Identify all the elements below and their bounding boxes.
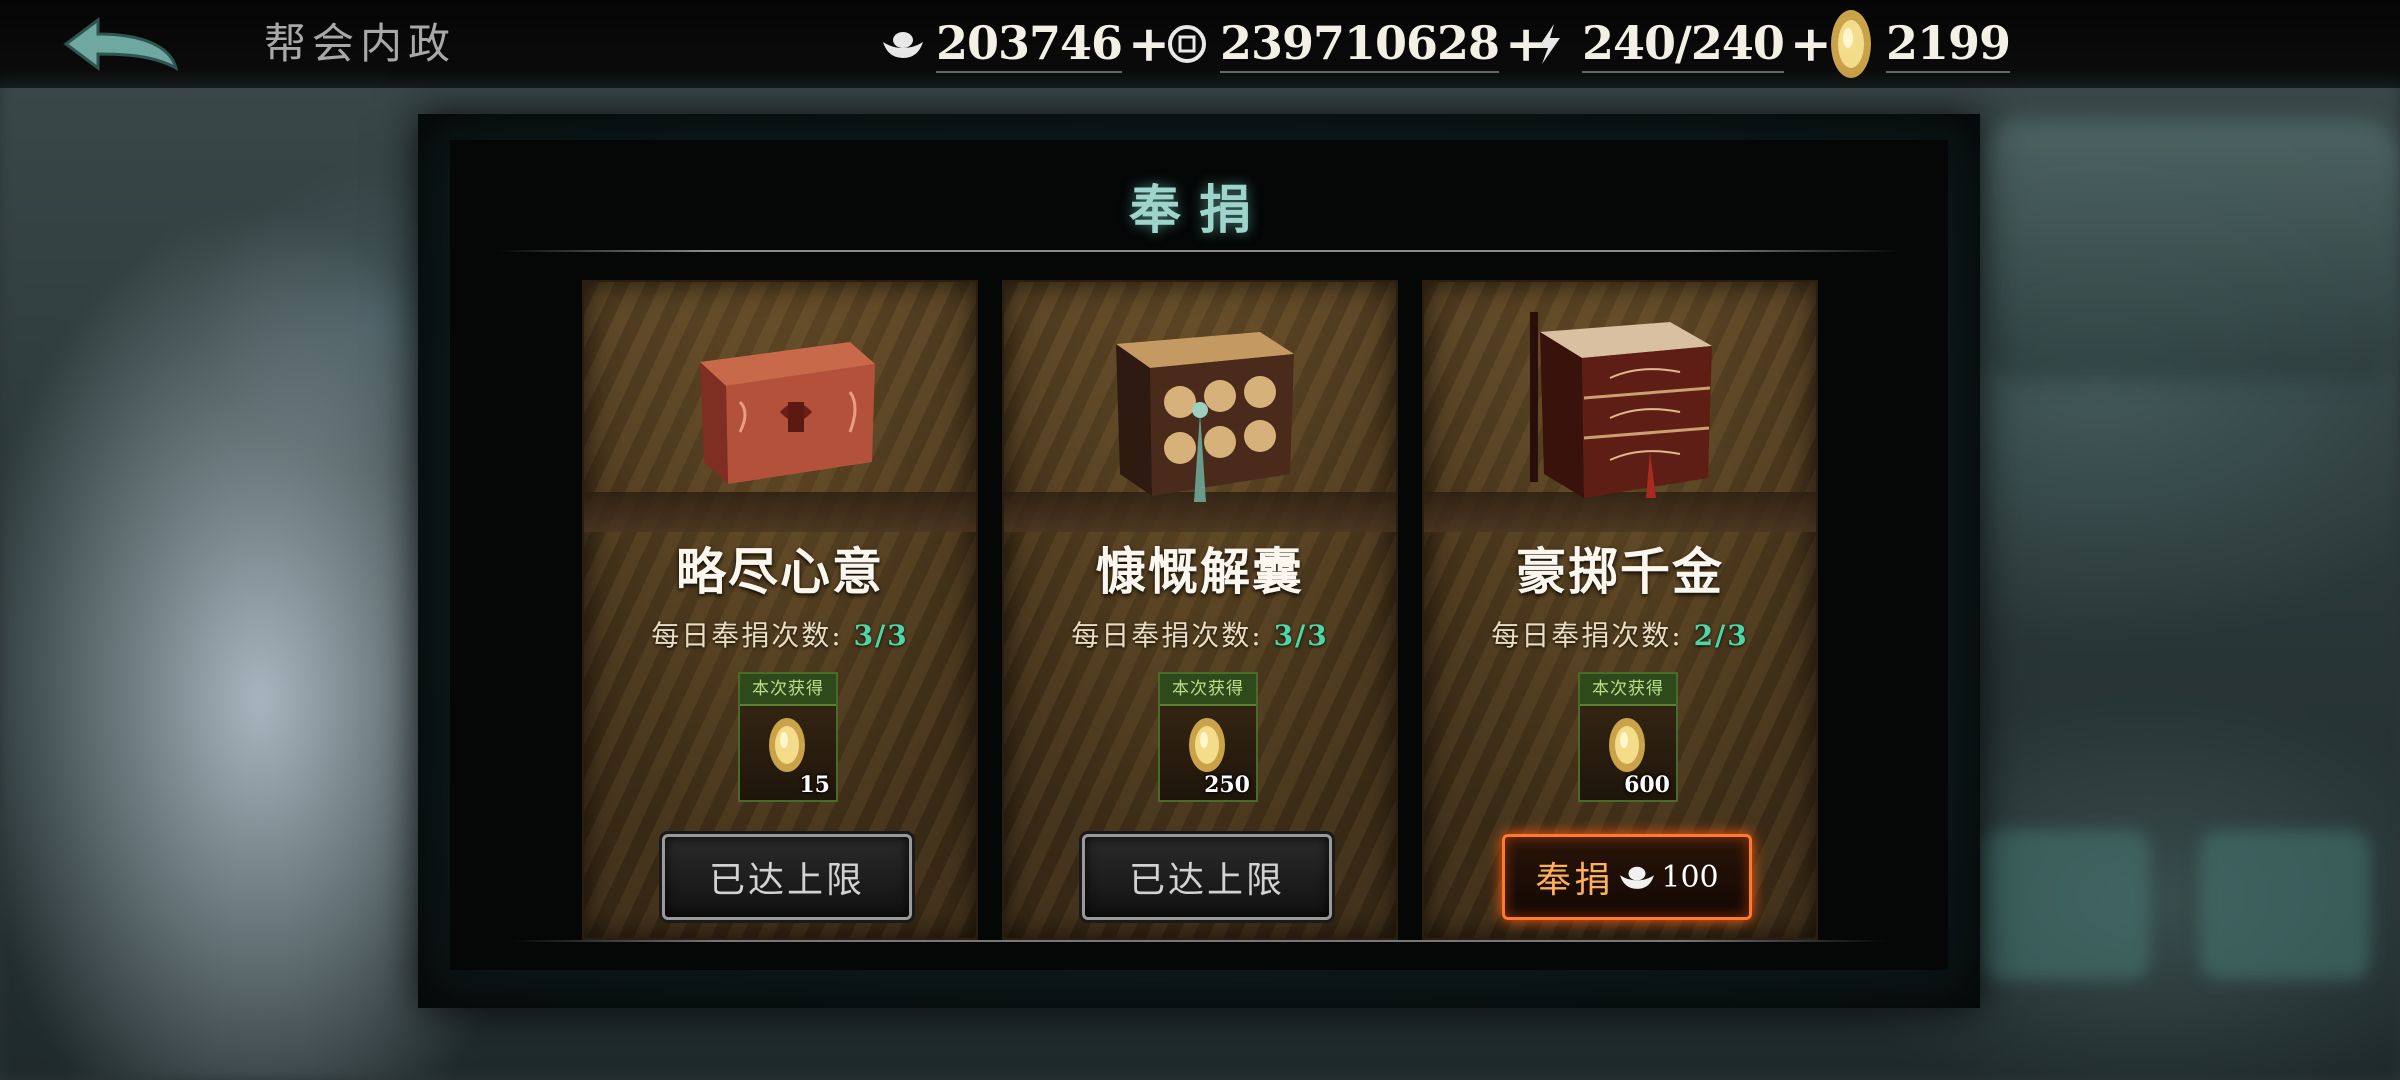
donate-button[interactable]: 奉捐 100 — [1502, 834, 1752, 920]
daily-count-label: 每日奉捐次数: — [1071, 619, 1263, 652]
reward-amount: 600 — [1624, 772, 1670, 798]
card-title: 略尽心意 — [676, 542, 884, 601]
button-label: 已达上限 — [708, 860, 865, 901]
donation-card-large: 豪掷千金 每日奉捐次数: 2/3 本次获得 600 奉捐 100 — [1422, 280, 1818, 940]
red-lacquer-chest-icon — [700, 342, 875, 484]
back-button[interactable] — [58, 10, 186, 78]
top-bar: 帮会内政 203746 + 239710628 + 240/240 + 2199 — [0, 0, 2400, 88]
card-title: 慷慨解囊 — [1096, 542, 1304, 601]
button-label: 奉捐 — [1535, 860, 1614, 901]
daily-count-label: 每日奉捐次数: — [651, 619, 843, 652]
reward-amount: 15 — [799, 772, 830, 798]
resource-copper[interactable]: 239710628 + — [1164, 14, 1547, 74]
page-title: 帮会内政 — [264, 19, 457, 68]
reward-amount: 250 — [1204, 772, 1250, 798]
button-label: 已达上限 — [1128, 860, 1285, 901]
reward-slot: 本次获得 15 — [738, 672, 838, 802]
gold-token-icon — [1609, 718, 1645, 772]
resource-gold-token: 2199 — [1826, 10, 2011, 78]
reward-tag: 本次获得 — [1580, 674, 1676, 706]
donation-panel: 奉捐 略尽心意 每日奉捐次数: 3/3 本次获得 15 已达上限 慷慨解囊 每日… — [418, 114, 1980, 1008]
limit-reached-button[interactable]: 已达上限 — [1082, 834, 1332, 920]
silver-ingot-icon — [1620, 866, 1655, 889]
gold-token-icon — [1189, 718, 1225, 772]
reward-tag: 本次获得 — [740, 674, 836, 706]
donate-cost: 100 — [1661, 859, 1719, 895]
daily-count: 每日奉捐次数: 3/3 — [584, 614, 976, 654]
energy-amount: 240/240 — [1582, 15, 1785, 73]
daily-count-value: 2/3 — [1693, 619, 1749, 652]
gold-token-icon — [769, 718, 805, 772]
silver-amount: 203746 — [936, 15, 1123, 73]
limit-reached-button[interactable]: 已达上限 — [662, 834, 912, 920]
energy-bolt-icon — [1526, 21, 1572, 67]
background-building — [1980, 120, 2400, 380]
divider — [510, 940, 1888, 942]
daily-count-value: 3/3 — [1273, 619, 1329, 652]
card-title: 豪掷千金 — [1516, 542, 1724, 601]
gold-token-icon — [1826, 6, 1876, 82]
donation-card-medium: 慷慨解囊 每日奉捐次数: 3/3 本次获得 250 已达上限 — [1002, 280, 1398, 940]
divider — [498, 250, 1900, 252]
panel-title: 奉捐 — [1128, 180, 1269, 241]
daily-count: 每日奉捐次数: 2/3 — [1424, 614, 1816, 654]
ornate-cabinet-icon — [1116, 332, 1294, 502]
reward-slot: 本次获得 600 — [1578, 672, 1678, 802]
copper-coin-icon — [1164, 21, 1210, 67]
back-arrow-icon — [63, 17, 179, 72]
daily-count-value: 3/3 — [853, 619, 909, 652]
resource-silver[interactable]: 203746 + — [880, 14, 1170, 74]
background-tile — [2200, 830, 2370, 980]
daily-count-label: 每日奉捐次数: — [1491, 619, 1683, 652]
donation-panel-body: 奉捐 略尽心意 每日奉捐次数: 3/3 本次获得 15 已达上限 慷慨解囊 每日… — [450, 140, 1948, 970]
gold-token-amount: 2199 — [1886, 15, 2011, 73]
copper-amount: 239710628 — [1220, 15, 1500, 73]
resource-energy[interactable]: 240/240 + — [1526, 14, 1832, 74]
donation-card-small: 略尽心意 每日奉捐次数: 3/3 本次获得 15 已达上限 — [582, 280, 978, 940]
background-tile — [1980, 830, 2150, 980]
reward-tag: 本次获得 — [1160, 674, 1256, 706]
tiered-lacquer-box-icon — [1530, 312, 1712, 498]
silver-ingot-icon — [880, 21, 926, 67]
daily-count: 每日奉捐次数: 3/3 — [1004, 614, 1396, 654]
reward-slot: 本次获得 250 — [1158, 672, 1258, 802]
